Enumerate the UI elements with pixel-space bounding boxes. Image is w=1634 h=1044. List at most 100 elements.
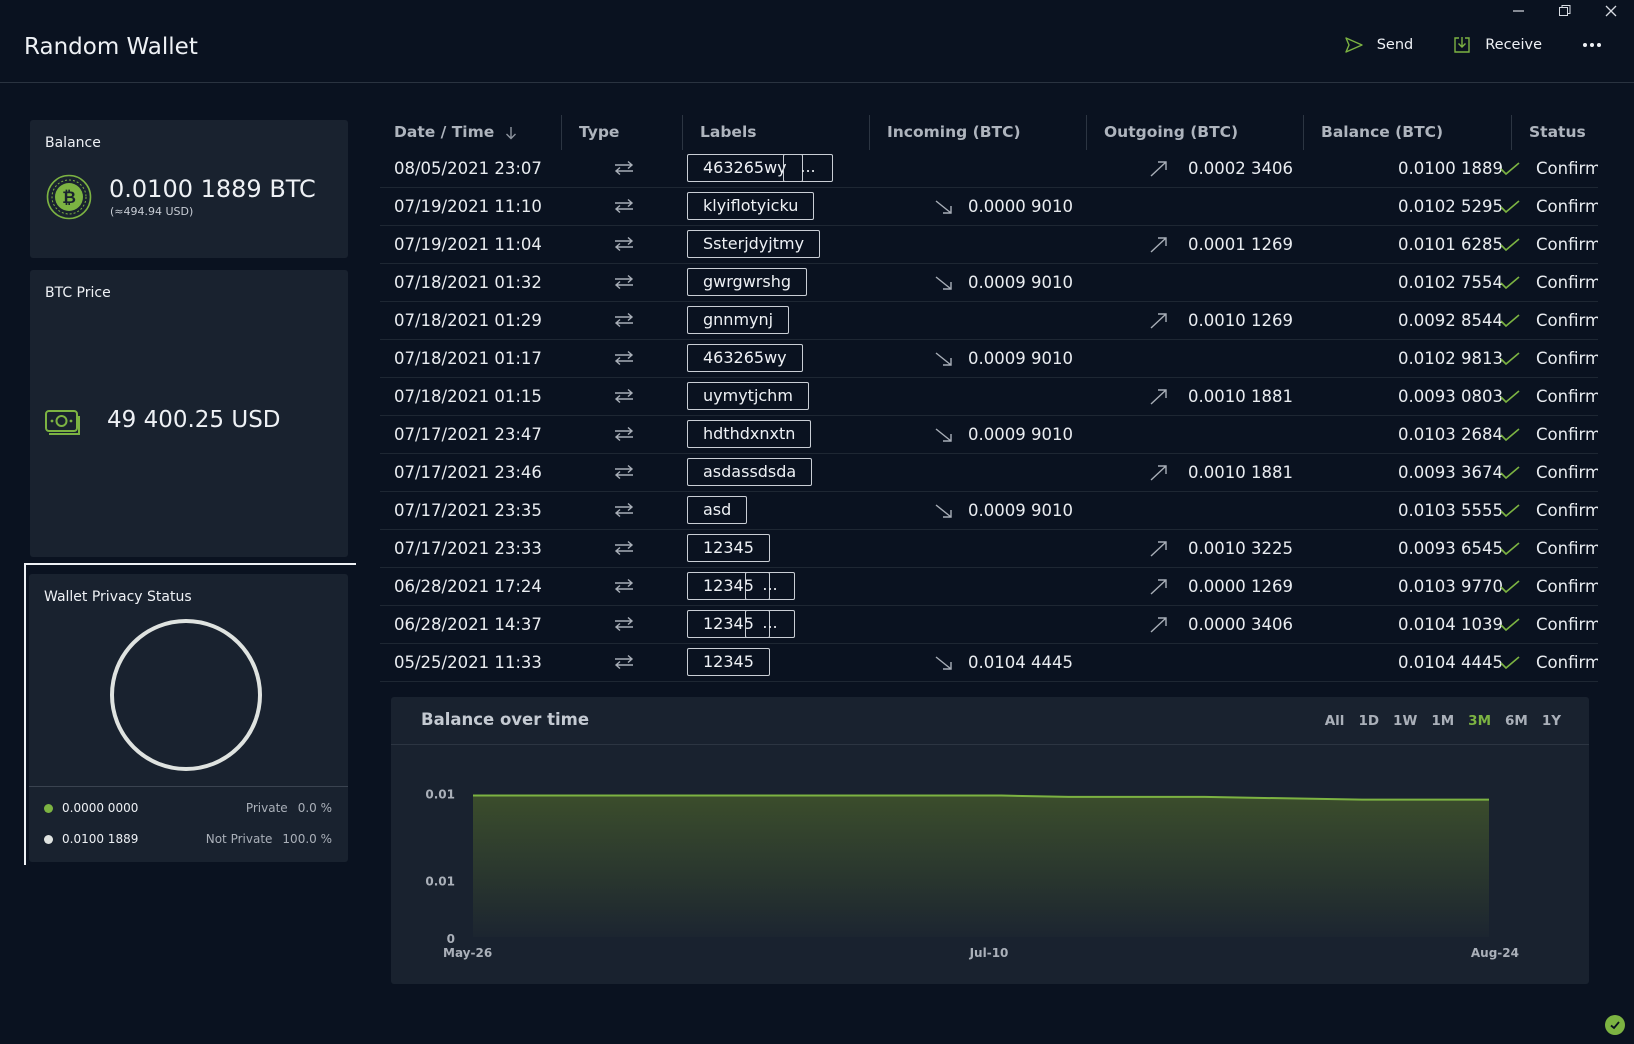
restore-icon[interactable] <box>1542 0 1588 22</box>
balance-chart: 0.01 0.01 0May-26 Jul-10 Aug-24 <box>425 788 1519 960</box>
more-icon[interactable] <box>1580 43 1604 47</box>
confirmed-check-icon <box>1500 655 1520 674</box>
date-cell: 08/05/2021 23:07 <box>394 159 542 178</box>
balance-cell: 0.0093 6545 <box>1398 539 1503 558</box>
label-tag[interactable]: 12345 <box>687 534 770 562</box>
outgoing-cell: 0.0000 3406 <box>1188 615 1293 634</box>
range-tab-1m[interactable]: 1M <box>1431 713 1454 729</box>
range-tabs: All 1D 1W 1M 3M 6M 1Y <box>1325 713 1561 729</box>
incoming-arrow-icon <box>934 351 954 371</box>
label-tag[interactable]: hdthdxnxtn <box>687 420 812 448</box>
balance-cell: 0.0104 4445 <box>1398 653 1503 672</box>
btc-price-title: BTC Price <box>45 285 111 301</box>
label-tag[interactable]: uymytjchm <box>687 382 809 410</box>
transfer-type-icon <box>613 540 635 560</box>
label-tag[interactable]: Ssterjdyjtmy <box>687 230 821 258</box>
confirmed-check-icon <box>1500 617 1520 636</box>
range-tab-1d[interactable]: 1D <box>1358 713 1379 729</box>
send-label: Send <box>1376 37 1414 53</box>
header-outgoing[interactable]: Outgoing (BTC) <box>1104 123 1238 141</box>
not-private-label: Not Private <box>205 832 273 846</box>
table-row[interactable]: 07/17/2021 23:33 12345 0.0010 3225 0.0093 6… <box>380 530 1598 568</box>
header-date[interactable]: Date / Time <box>394 123 518 141</box>
private-dot <box>44 803 53 813</box>
minimize-icon[interactable] <box>1496 0 1542 22</box>
table-row[interactable]: 07/19/2021 11:10 klyiflotyicku 0.0000 9010… <box>380 188 1598 226</box>
column-divider <box>1303 115 1304 150</box>
outgoing-arrow-icon <box>1149 160 1169 182</box>
range-tab-6m[interactable]: 6M <box>1505 713 1528 729</box>
receive-icon <box>1454 37 1470 53</box>
label-tag[interactable]: 12345 <box>687 648 770 676</box>
outgoing-cell: 0.0010 3225 <box>1188 539 1293 558</box>
date-cell: 06/28/2021 14:37 <box>394 615 542 634</box>
y-tick-label: 0.01 <box>425 875 455 889</box>
incoming-cell: 0.0104 4445 <box>968 653 1073 672</box>
table-row[interactable]: 07/18/2021 01:32 gwrgwrshg 0.0009 9010 0.01… <box>380 264 1598 302</box>
btc-price-tile: BTC Price 49 400.25 USD <box>30 270 348 557</box>
sync-status-icon[interactable] <box>1605 1015 1625 1035</box>
sort-descending-icon <box>506 126 517 139</box>
label-tag[interactable]: klyiflotyicku <box>687 192 815 220</box>
label-tag[interactable]: asd <box>687 496 748 524</box>
table-row[interactable]: 07/19/2021 11:04 Ssterjdyjtmy 0.0001 1269 0… <box>380 226 1598 264</box>
window-controls <box>1496 0 1634 22</box>
more-labels-button[interactable]: ... <box>745 610 795 638</box>
header-type[interactable]: Type <box>579 123 619 141</box>
table-row[interactable]: 06/28/2021 17:24 12345... 0.0000 1269 0.010… <box>380 568 1598 606</box>
date-cell: 07/17/2021 23:46 <box>394 463 542 482</box>
status-cell: Confirmed <box>1536 539 1598 558</box>
table-row[interactable]: 06/28/2021 14:37 12345... 0.0000 3406 0.010… <box>380 606 1598 644</box>
transfer-type-icon <box>613 160 635 180</box>
table-row[interactable]: 07/18/2021 01:15 uymytjchm 0.0010 1881 0.00… <box>380 378 1598 416</box>
table-row[interactable]: 07/17/2021 23:47 hdthdxnxtn 0.0009 9010 0.0… <box>380 416 1598 454</box>
send-button[interactable]: Send <box>1344 37 1414 53</box>
table-row[interactable]: 08/05/2021 23:07 463265wy... 0.0002 3406 0.… <box>380 150 1598 188</box>
balance-usd: (≈494.94 USD) <box>110 205 194 218</box>
range-tab-3m[interactable]: 3M <box>1468 713 1491 729</box>
table-row[interactable]: 07/18/2021 01:29 gnnmynj 0.0010 1269 0.0092… <box>380 302 1598 340</box>
outgoing-cell: 0.0010 1269 <box>1188 311 1293 330</box>
header-labels[interactable]: Labels <box>700 123 756 141</box>
more-labels-button[interactable]: ... <box>745 572 795 600</box>
label-tag[interactable]: gwrgwrshg <box>687 268 807 296</box>
confirmed-check-icon <box>1500 465 1520 484</box>
transactions-table: Date / Time Type Labels Incoming (BTC) O… <box>380 115 1598 685</box>
table-row[interactable]: 07/17/2021 23:46 asdassdsda 0.0010 1881 0.0… <box>380 454 1598 492</box>
svg-text:₿: ₿ <box>62 188 76 208</box>
close-icon[interactable] <box>1588 0 1634 22</box>
table-row[interactable]: 05/25/2021 11:33 12345 0.0104 4445 0.0104 4… <box>380 644 1598 682</box>
more-labels-button[interactable]: ... <box>783 154 833 182</box>
send-icon <box>1344 37 1363 53</box>
status-cell: Confirmed <box>1536 159 1598 178</box>
confirmed-check-icon <box>1500 579 1520 598</box>
balance-cell: 0.0103 2684 <box>1398 425 1503 444</box>
label-tag[interactable]: asdassdsda <box>687 458 813 486</box>
status-cell: Confirmed <box>1536 311 1598 330</box>
balance-chart-card: Balance over time All 1D 1W 1M 3M 6M 1Y 0.01 0.… <box>391 697 1589 984</box>
transfer-type-icon <box>613 426 635 446</box>
balance-cell: 0.0104 1039 <box>1398 615 1503 634</box>
private-label: Private <box>245 801 288 815</box>
receive-button[interactable]: Receive <box>1453 36 1542 54</box>
table-row[interactable]: 07/17/2021 23:35 asd 0.0009 9010 0.0103 555… <box>380 492 1598 530</box>
wallet-privacy-tile[interactable]: Wallet Privacy Status 0.0000 0000 Privat… <box>29 574 348 862</box>
table-row[interactable]: 07/18/2021 01:17 463265wy 0.0009 9010 0.010… <box>380 340 1598 378</box>
column-divider <box>682 115 683 150</box>
status-cell: Confirmed <box>1536 653 1598 672</box>
balance-cell: 0.0093 3674 <box>1398 463 1503 482</box>
confirmed-check-icon <box>1500 275 1520 294</box>
header-incoming[interactable]: Incoming (BTC) <box>887 123 1021 141</box>
outgoing-cell: 0.0000 1269 <box>1188 577 1293 596</box>
range-tab-1y[interactable]: 1Y <box>1542 713 1561 729</box>
outgoing-cell: 0.0001 1269 <box>1188 235 1293 254</box>
range-tab-all[interactable]: All <box>1325 713 1345 729</box>
balance-cell: 0.0100 1889 <box>1398 159 1503 178</box>
header-status[interactable]: Status <box>1529 123 1586 141</box>
wallet-title: Random Wallet <box>24 34 198 60</box>
header-balance[interactable]: Balance (BTC) <box>1321 123 1443 141</box>
label-tag[interactable]: 463265wy <box>687 344 803 372</box>
label-tag[interactable]: gnnmynj <box>687 306 790 334</box>
confirmed-check-icon <box>1500 199 1520 218</box>
range-tab-1w[interactable]: 1W <box>1393 713 1417 729</box>
